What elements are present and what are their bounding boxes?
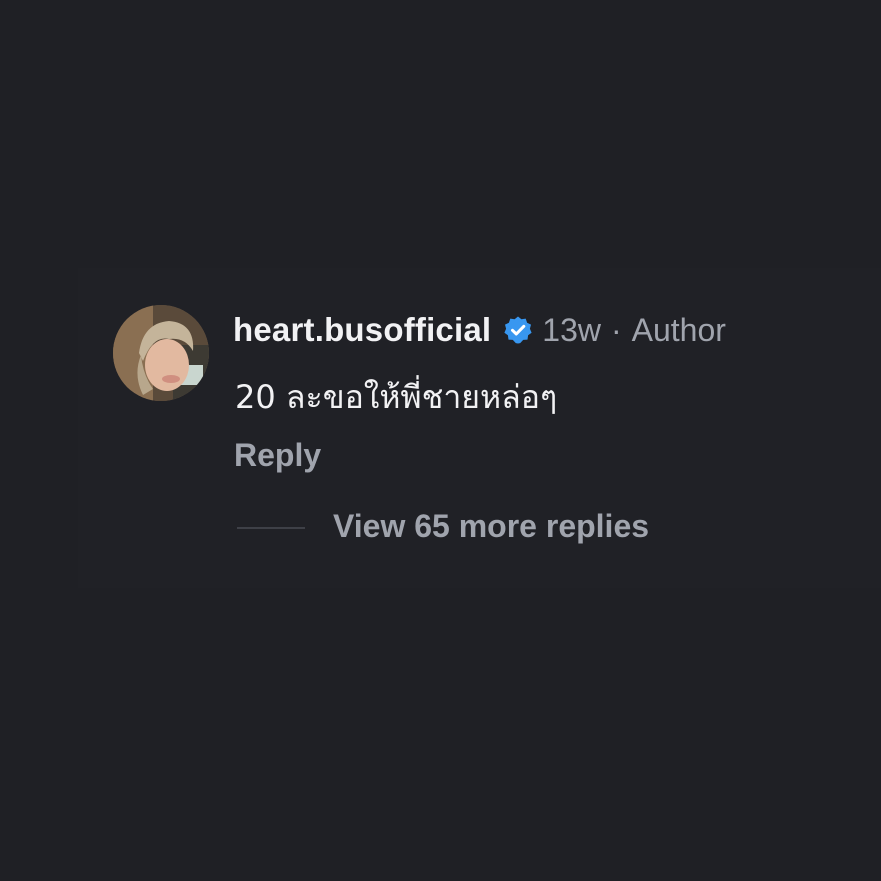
author-label: Author (631, 311, 726, 348)
username-link[interactable]: heart.busofficial (233, 311, 491, 349)
avatar[interactable] (113, 305, 209, 401)
comment-meta: 13w · Author (542, 312, 726, 349)
reply-button[interactable]: Reply (234, 437, 321, 474)
view-more-replies-button[interactable]: View 65 more replies (333, 508, 649, 545)
replies-divider (237, 527, 305, 529)
comment-time: 13w (542, 311, 601, 348)
meta-separator: · (610, 311, 622, 348)
avatar-image (113, 305, 209, 401)
comment-header: heart.busofficial 13w · Author (233, 308, 726, 352)
verified-badge-icon (503, 315, 533, 345)
comment-text: 20 ละขอให้พี่ชายหล่อๆ (235, 378, 558, 416)
